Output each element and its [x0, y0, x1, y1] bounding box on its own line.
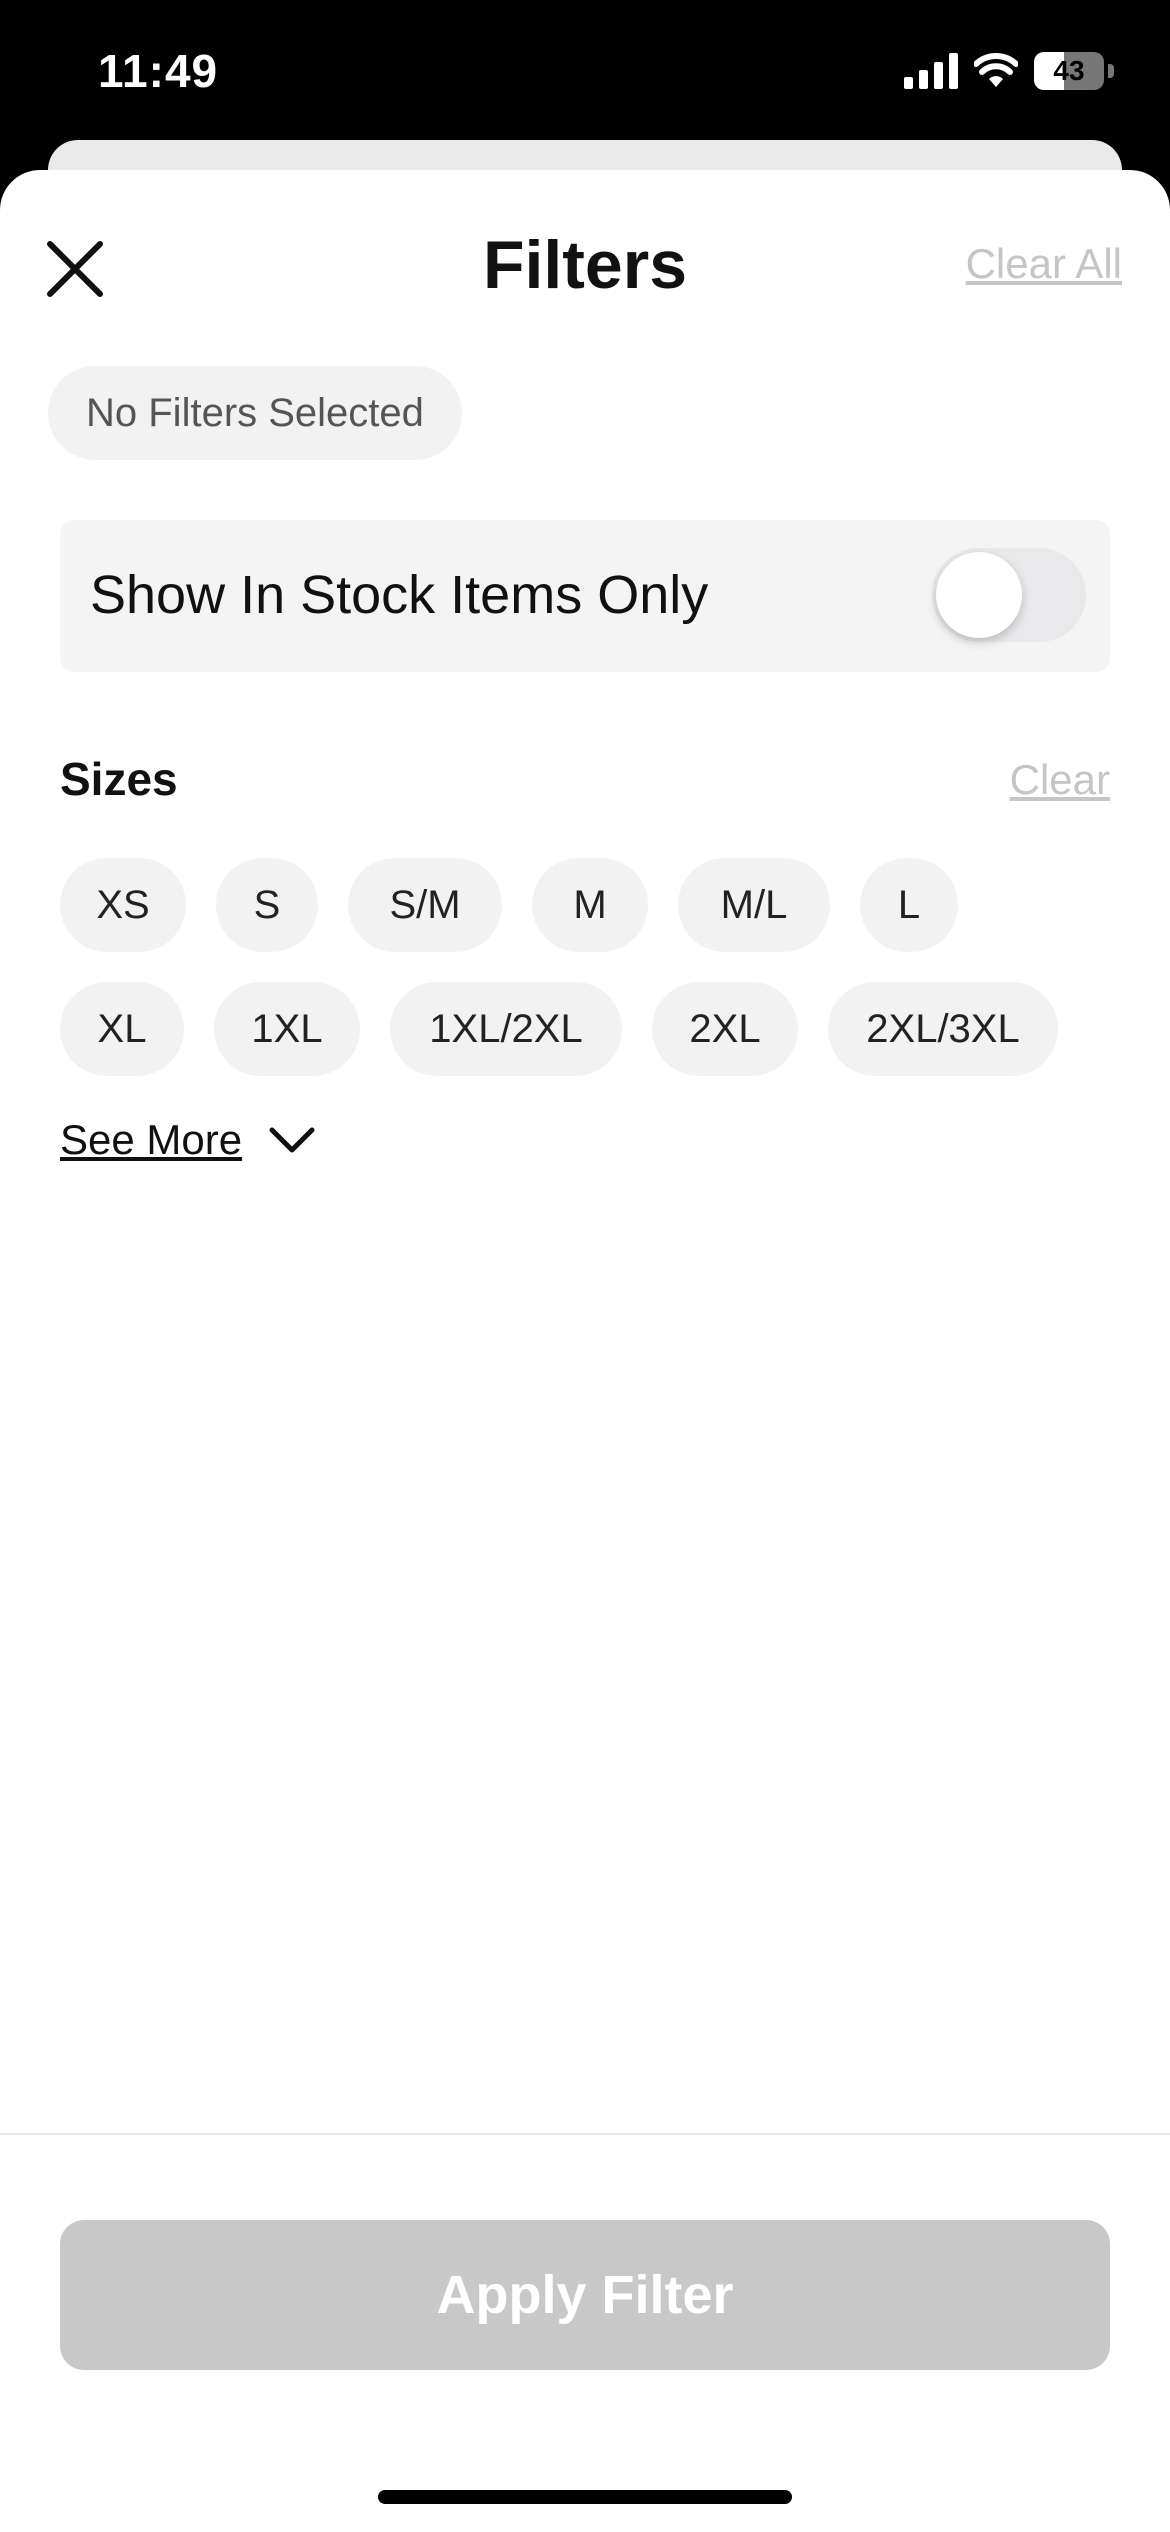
size-chip-s-m[interactable]: S/M	[348, 858, 502, 952]
cellular-signal-icon	[904, 53, 958, 89]
size-chip-s[interactable]: S	[216, 858, 318, 952]
status-time: 11:49	[98, 45, 219, 97]
sizes-heading: Sizes	[60, 753, 178, 805]
in-stock-label: Show In Stock Items Only	[90, 565, 709, 625]
size-chip-xs[interactable]: XS	[60, 858, 186, 952]
see-more-label: See More	[60, 1116, 243, 1163]
apply-filter-button[interactable]: Apply Filter	[60, 2220, 1110, 2370]
clear-all-link[interactable]: Clear All	[966, 240, 1122, 288]
size-chip-2xl-3xl[interactable]: 2XL/3XL	[828, 982, 1058, 1076]
in-stock-toggle[interactable]	[932, 548, 1086, 642]
size-chip-1xl-2xl[interactable]: 1XL/2XL	[390, 982, 622, 1076]
sizes-clear-link[interactable]: Clear	[1010, 756, 1110, 804]
size-chip-l[interactable]: L	[860, 858, 958, 952]
size-chip-m[interactable]: M	[532, 858, 648, 952]
status-bar: 11:49 43	[0, 0, 1170, 150]
size-chip-1xl[interactable]: 1XL	[214, 982, 360, 1076]
size-chip-2xl[interactable]: 2XL	[652, 982, 798, 1076]
toggle-knob	[936, 552, 1022, 638]
battery-level: 43	[1053, 55, 1085, 86]
wifi-icon	[974, 53, 1018, 87]
size-chip-xl[interactable]: XL	[60, 982, 184, 1076]
footer-divider	[0, 2133, 1170, 2135]
battery-cap	[1108, 64, 1114, 78]
in-stock-toggle-row[interactable]: Show In Stock Items Only	[60, 520, 1110, 672]
chevron-down-icon	[269, 1127, 315, 1153]
size-chip-m-l[interactable]: M/L	[678, 858, 830, 952]
selected-filters-chip: No Filters Selected	[48, 366, 462, 460]
home-indicator	[378, 2490, 792, 2504]
status-icons: 43	[904, 52, 1114, 90]
see-more-button[interactable]: See More	[60, 1116, 316, 1164]
battery-icon: 43	[1034, 52, 1104, 90]
